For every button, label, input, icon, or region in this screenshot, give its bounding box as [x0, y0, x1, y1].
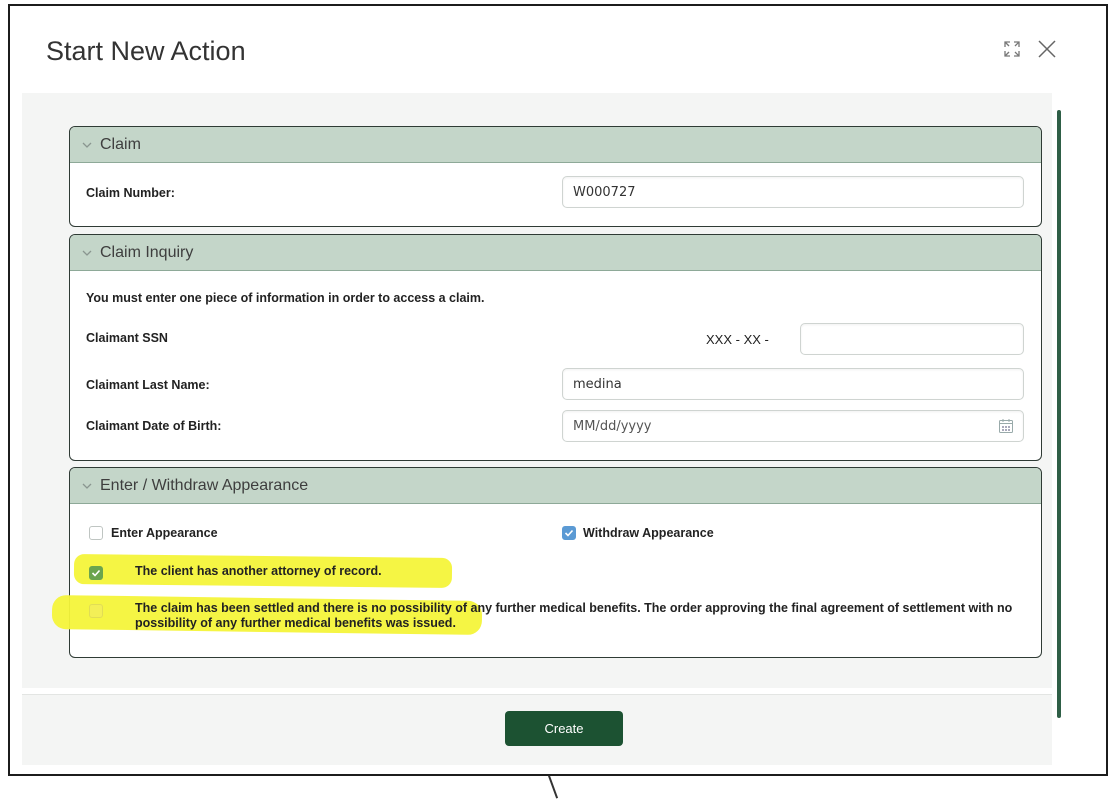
settled-checkbox[interactable] — [89, 604, 103, 618]
chevron-down-icon — [82, 250, 92, 256]
enter-appearance-label[interactable]: Enter Appearance — [111, 526, 218, 540]
claim-inquiry-section-title: Claim Inquiry — [100, 243, 194, 261]
appearance-section-header[interactable]: Enter / Withdraw Appearance — [70, 468, 1041, 504]
dialog-controls — [1002, 38, 1058, 60]
claim-number-input[interactable] — [562, 176, 1024, 208]
other-attorney-label[interactable]: The client has another attorney of recor… — [135, 564, 382, 578]
last-name-label: Claimant Last Name: — [86, 378, 210, 392]
chevron-down-icon — [82, 483, 92, 489]
check-icon — [564, 529, 574, 537]
check-icon — [91, 569, 101, 577]
last-name-input[interactable] — [562, 368, 1024, 400]
scrollbar[interactable] — [1057, 110, 1061, 718]
dob-label: Claimant Date of Birth: — [86, 419, 222, 433]
claim-section-title: Claim — [100, 135, 141, 153]
appearance-section-title: Enter / Withdraw Appearance — [100, 476, 309, 494]
create-button[interactable]: Create — [505, 711, 623, 746]
chevron-down-icon — [82, 142, 92, 148]
ssn-input[interactable] — [800, 323, 1024, 355]
claim-section-header[interactable]: Claim — [70, 127, 1041, 163]
claim-inquiry-section-header[interactable]: Claim Inquiry — [70, 235, 1041, 271]
dialog-title: Start New Action — [46, 36, 246, 66]
withdraw-appearance-checkbox[interactable] — [562, 526, 576, 540]
stray-line — [548, 775, 559, 799]
calendar-icon[interactable] — [998, 418, 1014, 434]
ssn-prefix: XXX - XX - — [706, 332, 769, 347]
settled-label[interactable]: The claim has been settled and there is … — [135, 601, 1015, 631]
close-icon[interactable] — [1036, 38, 1058, 60]
claim-number-label: Claim Number: — [86, 186, 175, 200]
dob-input[interactable] — [562, 410, 1024, 442]
expand-icon[interactable] — [1002, 39, 1022, 59]
other-attorney-checkbox[interactable] — [89, 566, 103, 580]
inquiry-instruction: You must enter one piece of information … — [86, 291, 485, 305]
enter-appearance-checkbox[interactable] — [89, 526, 103, 540]
withdraw-appearance-label[interactable]: Withdraw Appearance — [583, 526, 714, 540]
ssn-label: Claimant SSN — [86, 331, 168, 345]
